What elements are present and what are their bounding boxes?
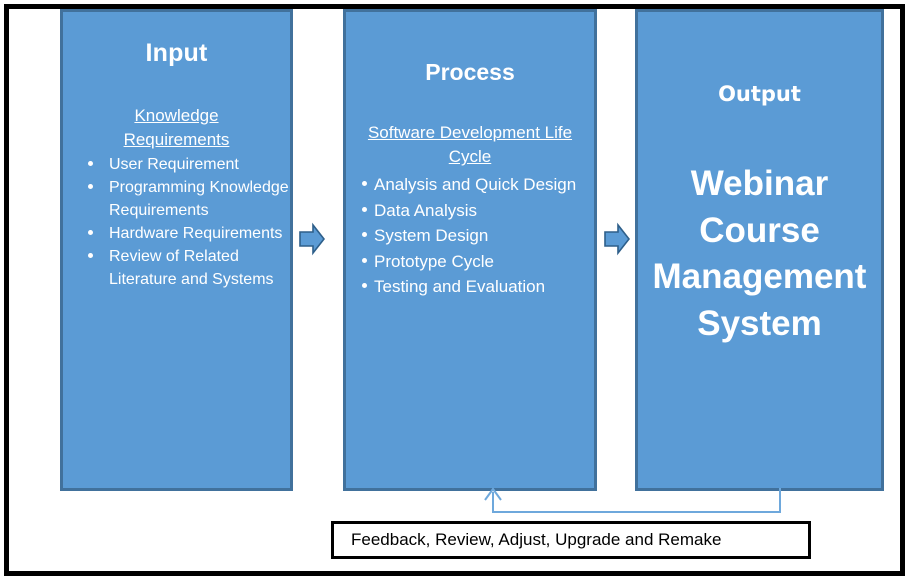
list-item-label: Data Analysis	[374, 200, 477, 220]
list-item: Programming Knowledge Requirements	[63, 176, 290, 222]
list-item-label: Review of Related Literature and Systems	[109, 248, 274, 289]
diagram-canvas: Input Knowledge Requirements User Requir…	[0, 0, 909, 580]
list-item-label: Testing and Evaluation	[374, 277, 546, 297]
list-item: System Design	[346, 223, 594, 249]
list-item-label: Programming Knowledge Requirements	[109, 179, 289, 220]
bullet-dot-icon	[88, 253, 93, 259]
bullet-dot-icon	[362, 283, 367, 289]
list-item: Hardware Requirements	[63, 222, 290, 245]
process-bullet-list: Analysis and Quick Design Data Analysis …	[346, 172, 594, 300]
arrow-process-to-output-icon	[604, 222, 630, 256]
list-item: Data Analysis	[346, 198, 594, 224]
list-item: Prototype Cycle	[346, 249, 594, 275]
process-panel-title: Process	[425, 59, 515, 85]
arrow-input-to-process-icon	[299, 222, 325, 256]
feedback-box-label: Feedback, Review, Adjust, Upgrade and Re…	[351, 530, 722, 549]
list-item-label: Prototype Cycle	[374, 251, 494, 271]
list-item-label: Analysis and Quick Design	[374, 175, 577, 195]
feedback-loop-connector-icon	[480, 486, 790, 520]
output-panel-body: Webinar Course Management System	[652, 164, 867, 343]
input-panel: Input Knowledge Requirements User Requir…	[60, 9, 293, 491]
input-panel-subheading: Knowledge Requirements	[123, 106, 230, 150]
list-item-label: System Design	[374, 226, 489, 246]
process-panel-subheading: Software Development Life Cycle	[367, 123, 573, 167]
bullet-dot-icon	[362, 257, 367, 263]
list-item: Review of Related Literature and Systems	[63, 245, 290, 291]
output-panel-title: Output	[718, 82, 801, 106]
bullet-dot-icon	[362, 181, 367, 187]
bullet-dot-icon	[88, 230, 93, 236]
output-panel: Output Webinar Course Management System	[635, 9, 884, 491]
input-panel-title: Input	[145, 39, 208, 67]
bullet-dot-icon	[88, 184, 93, 190]
list-item: User Requirement	[63, 153, 290, 176]
list-item-label: User Requirement	[109, 156, 239, 174]
feedback-box: Feedback, Review, Adjust, Upgrade and Re…	[331, 521, 811, 559]
list-item: Analysis and Quick Design	[346, 172, 594, 198]
process-panel: Process Software Development Life Cycle …	[343, 9, 597, 491]
bullet-dot-icon	[362, 206, 367, 212]
list-item: Testing and Evaluation	[346, 274, 594, 300]
bullet-dot-icon	[362, 232, 367, 238]
input-bullet-list: User Requirement Programming Knowledge R…	[63, 153, 290, 291]
bullet-dot-icon	[88, 161, 93, 167]
list-item-label: Hardware Requirements	[109, 225, 283, 243]
